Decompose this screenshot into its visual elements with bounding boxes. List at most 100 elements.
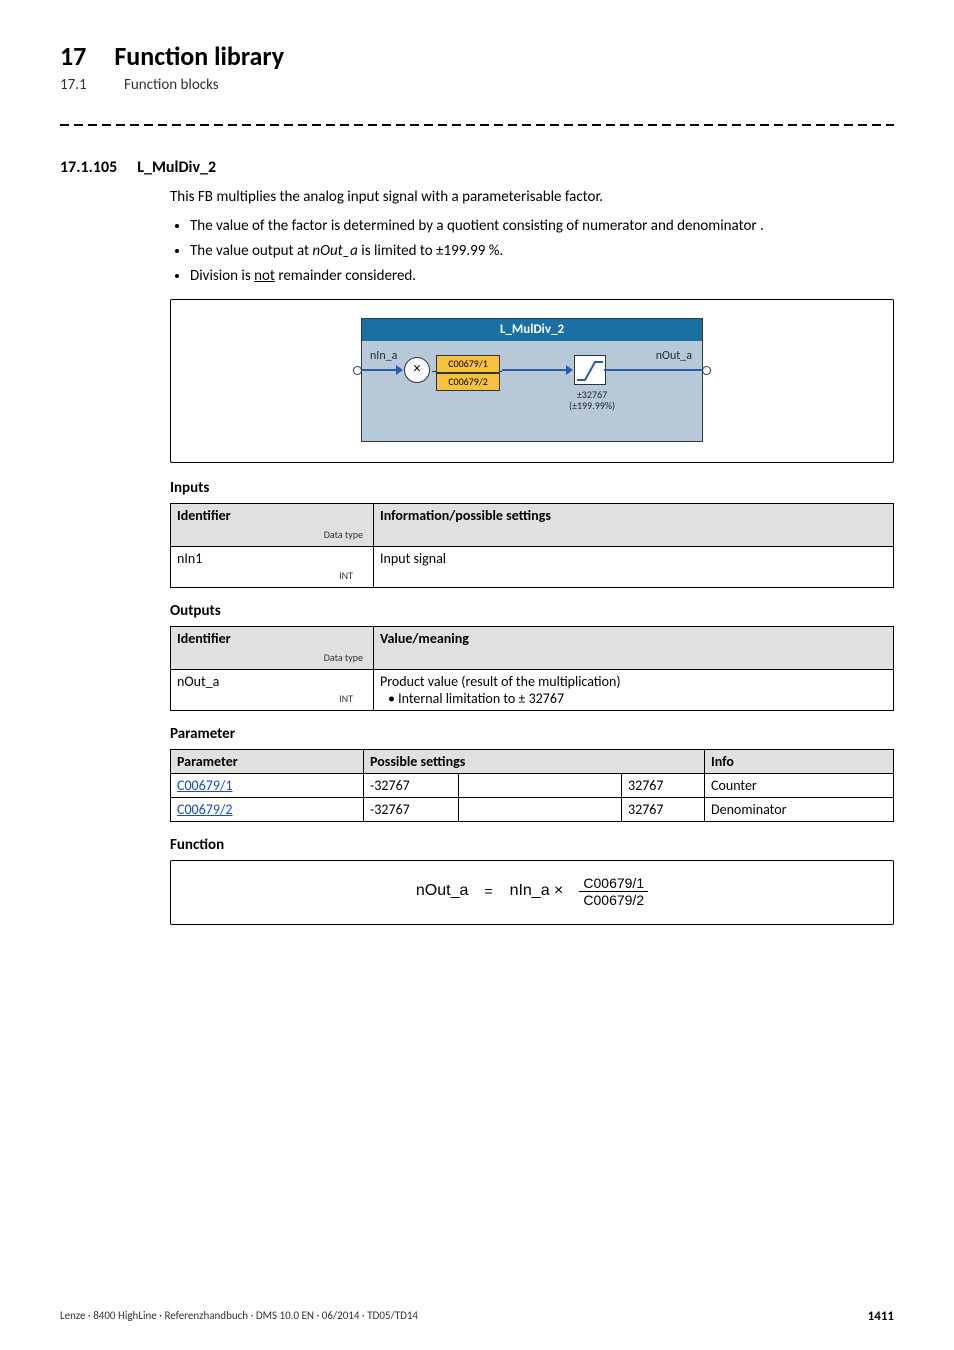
bullet-item: Division is not remainder considered. bbox=[190, 265, 894, 288]
section-heading: 17.1.105 L_MulDiv_2 bbox=[60, 158, 894, 177]
col-identifier: Identifier Data type bbox=[171, 503, 374, 546]
text: Division is bbox=[190, 267, 254, 285]
output-port-label: nOut_a bbox=[656, 349, 692, 363]
text: Product value (result of the multiplicat… bbox=[380, 673, 887, 690]
col-value: Value/meaning bbox=[374, 626, 894, 669]
wire-icon bbox=[604, 369, 702, 371]
inputs-heading: Inputs bbox=[170, 479, 894, 497]
mid-cell bbox=[459, 773, 622, 797]
param-link-cell: C00679/1 bbox=[171, 773, 364, 797]
intro-bullets: The value of the factor is determined by… bbox=[170, 215, 894, 289]
wire-icon bbox=[362, 369, 398, 371]
col-info: Info bbox=[705, 749, 894, 773]
table-row: C00679/1 -32767 32767 Counter bbox=[171, 773, 894, 797]
function-block-box: L_MulDiv_2 nIn_a × C00679/1 C00679/2 bbox=[361, 318, 703, 442]
diagram-frame: L_MulDiv_2 nIn_a × C00679/1 C00679/2 bbox=[170, 299, 894, 463]
inputs-table: Identifier Data type Information/possibl… bbox=[170, 503, 894, 588]
col-label: Identifier bbox=[177, 630, 231, 647]
text: (±199.99%) bbox=[562, 400, 622, 411]
text: remainder considered. bbox=[275, 267, 416, 285]
outputs-table: Identifier Data type Value/meaning nOut_… bbox=[170, 626, 894, 711]
formula-box: nOut_a = nIn_a × C00679/1 C00679/2 bbox=[170, 860, 894, 925]
page-footer: Lenze · 8400 HighLine · Referenzhandbuch… bbox=[60, 1309, 894, 1324]
table-header-row: Identifier Data type Value/meaning bbox=[171, 626, 894, 669]
limiter-caption: ±32767 (±199.99%) bbox=[562, 389, 622, 411]
italic-text: nOut_a bbox=[312, 242, 357, 260]
footer-text: Lenze · 8400 HighLine · Referenzhandbuch… bbox=[60, 1309, 418, 1324]
col-info: Information/possible settings bbox=[374, 503, 894, 546]
port-dot-icon bbox=[353, 366, 362, 375]
parameter-heading: Parameter bbox=[170, 725, 894, 743]
text: The value output at bbox=[190, 242, 312, 260]
multiply-icon: × bbox=[404, 357, 430, 383]
formula: nOut_a = nIn_a × C00679/1 C00679/2 bbox=[416, 875, 648, 908]
subchapter-header: 17.1 Function blocks bbox=[60, 76, 894, 94]
table-row: nIn1 INT Input signal bbox=[171, 546, 894, 587]
param-link-cell: C00679/2 bbox=[171, 797, 364, 821]
value-cell: Product value (result of the multiplicat… bbox=[374, 669, 894, 710]
outputs-heading: Outputs bbox=[170, 602, 894, 620]
param-link[interactable]: C00679/1 bbox=[177, 777, 232, 794]
limiter-icon bbox=[574, 355, 606, 385]
fb-title-bar: L_MulDiv_2 bbox=[362, 319, 702, 341]
table-row: C00679/2 -32767 32767 Denominator bbox=[171, 797, 894, 821]
formula-lhs: nOut_a bbox=[416, 882, 468, 900]
chapter-title: Function library bbox=[114, 40, 284, 72]
input-port-label: nIn_a bbox=[370, 349, 397, 363]
text: is limited to ±199.99 %. bbox=[358, 242, 503, 260]
col-possible-settings: Possible settings bbox=[364, 749, 705, 773]
identifier-cell: nOut_a INT bbox=[171, 669, 374, 710]
fraction-denominator: C00679/2 bbox=[579, 892, 648, 908]
text: • Internal limitation to ± 32767 bbox=[380, 690, 887, 707]
equals-sign: = bbox=[484, 883, 493, 899]
col-identifier: Identifier Data type bbox=[171, 626, 374, 669]
chapter-header: 17 Function library bbox=[60, 40, 894, 72]
identifier-type: INT bbox=[339, 692, 353, 705]
info-cell: Denominator bbox=[705, 797, 894, 821]
body: This FB multiplies the analog input sign… bbox=[170, 187, 894, 925]
max-cell: 32767 bbox=[622, 773, 705, 797]
info-cell: Input signal bbox=[374, 546, 894, 587]
arrow-right-icon bbox=[396, 365, 403, 375]
min-cell: -32767 bbox=[364, 773, 459, 797]
col-parameter: Parameter bbox=[171, 749, 364, 773]
col-label: Identifier bbox=[177, 507, 231, 524]
formula-rhs-prefix: nIn_a × bbox=[510, 882, 564, 900]
page: 17 Function library 17.1 Function blocks… bbox=[0, 0, 954, 1350]
col-sublabel: Data type bbox=[324, 651, 363, 664]
max-cell: 32767 bbox=[622, 797, 705, 821]
mid-cell bbox=[459, 797, 622, 821]
info-cell: Counter bbox=[705, 773, 894, 797]
subchapter-title: Function blocks bbox=[124, 76, 219, 94]
underline-text: not bbox=[254, 267, 275, 285]
port-dot-icon bbox=[702, 366, 711, 375]
fraction-numerator: C00679/1 bbox=[579, 875, 648, 892]
wire-icon bbox=[502, 369, 568, 371]
bullet-item: The value of the factor is determined by… bbox=[190, 215, 894, 238]
text: ±32767 bbox=[562, 389, 622, 400]
identifier-name: nIn1 bbox=[177, 550, 202, 567]
parameter-table: Parameter Possible settings Info C00679/… bbox=[170, 749, 894, 822]
identifier-type: INT bbox=[339, 569, 353, 582]
param-chip-numerator: C00679/1 bbox=[436, 355, 500, 373]
section-title: L_MulDiv_2 bbox=[137, 158, 216, 177]
table-header-row: Parameter Possible settings Info bbox=[171, 749, 894, 773]
page-number: 1411 bbox=[868, 1309, 894, 1324]
table-row: nOut_a INT Product value (result of the … bbox=[171, 669, 894, 710]
table-header-row: Identifier Data type Information/possibl… bbox=[171, 503, 894, 546]
function-heading: Function bbox=[170, 836, 894, 854]
subchapter-number: 17.1 bbox=[60, 76, 96, 94]
intro-paragraph: This FB multiplies the analog input sign… bbox=[170, 187, 894, 209]
min-cell: -32767 bbox=[364, 797, 459, 821]
divider-dashed bbox=[60, 118, 894, 132]
col-sublabel: Data type bbox=[324, 528, 363, 541]
section-number: 17.1.105 bbox=[60, 158, 117, 177]
fraction: C00679/1 C00679/2 bbox=[579, 875, 648, 908]
param-chip-denominator: C00679/2 bbox=[436, 373, 500, 391]
identifier-name: nOut_a bbox=[177, 673, 219, 690]
chapter-number: 17 bbox=[60, 40, 86, 72]
arrow-right-icon bbox=[566, 365, 573, 375]
param-link[interactable]: C00679/2 bbox=[177, 801, 232, 818]
identifier-cell: nIn1 INT bbox=[171, 546, 374, 587]
bullet-item: The value output at nOut_a is limited to… bbox=[190, 240, 894, 263]
